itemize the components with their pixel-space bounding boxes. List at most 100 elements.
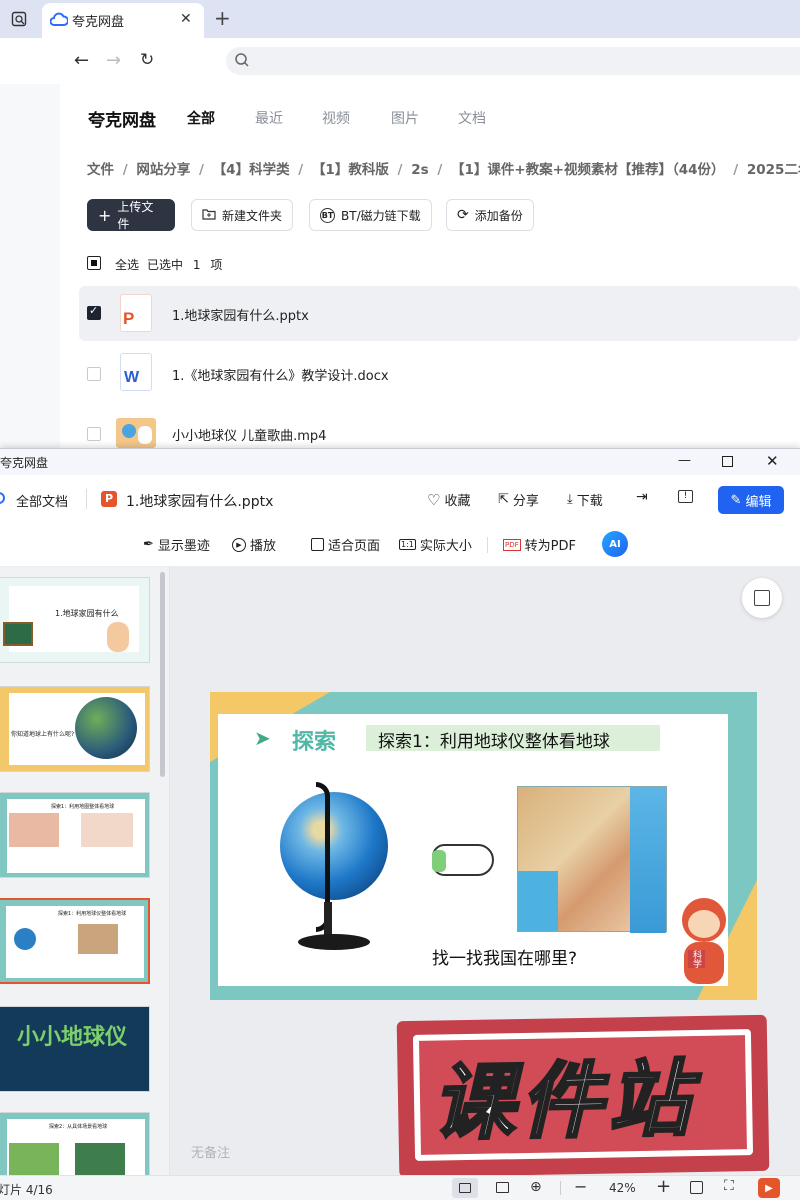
fit-icon <box>311 538 324 551</box>
window-title: 夸克网盘 <box>0 456 49 470</box>
all-docs-link[interactable]: 全部文档 <box>16 491 68 510</box>
forward-icon[interactable]: → <box>106 50 121 71</box>
breadcrumb: 文件 / 网站分享 / 【4】科学类 / 【1】教科版 / 2s / 【1】课件… <box>87 158 800 178</box>
new-tab-icon[interactable]: + <box>214 6 231 30</box>
normal-view-icon[interactable] <box>452 1178 478 1198</box>
bt-download-button[interactable]: BT BT/磁力链下载 <box>309 199 432 231</box>
breadcrumb-item[interactable]: 【4】科学类 <box>213 162 290 178</box>
maximize-icon[interactable] <box>722 456 733 467</box>
tab-all[interactable]: 全部 <box>187 108 215 128</box>
tab-title: 夸克网盘 <box>72 15 125 30</box>
backup-label: 添加备份 <box>474 208 523 223</box>
ai-assistant-icon[interactable]: AI <box>602 531 628 557</box>
heart-icon: ♡ <box>427 490 441 509</box>
thumb-text: 小小地球仪 <box>17 1024 128 1050</box>
sync-icon: ⟳ <box>457 207 469 223</box>
actual-size-button[interactable]: 1:1 实际大小 <box>399 535 472 554</box>
file-name[interactable]: 1.《地球家园有什么》教学设计.docx <box>172 365 389 384</box>
plus-icon: + <box>98 205 112 225</box>
breadcrumb-item[interactable]: 2s <box>411 162 428 178</box>
reload-icon[interactable]: ↻ <box>140 50 154 70</box>
new-folder-button[interactable]: 新建文件夹 <box>191 199 294 231</box>
select-all-checkbox[interactable] <box>87 256 101 270</box>
actual-size-icon: 1:1 <box>399 539 416 550</box>
slide-thumbnail-4-active[interactable]: 探索1：利用地球仪整体看地球 <box>0 898 150 984</box>
pencil-icon: ✎ <box>730 492 742 508</box>
left-sidebar <box>0 84 60 450</box>
breadcrumb-item[interactable]: 2025二年级 <box>747 162 800 178</box>
thumb-text: 探索2：从具体场景看地球 <box>49 1124 108 1130</box>
tab-video[interactable]: 视频 <box>322 108 350 128</box>
screenshot-tool-icon[interactable] <box>742 578 782 618</box>
slide-thumbnail-5[interactable]: 小小地球仪 <box>0 1006 150 1092</box>
fit-window-icon[interactable] <box>690 1181 703 1194</box>
preview-header: 全部文档 P 1.地球家园有什么.pptx ♡ 收藏 ⇱ 分享 ⤓ 下载 ⇥ ! ✎ 编… <box>0 475 800 523</box>
file-checkbox[interactable] <box>87 367 101 381</box>
web-view-icon[interactable]: ⊕ <box>530 1179 542 1195</box>
file-checkbox[interactable]: ✓ <box>87 304 101 320</box>
share-button[interactable]: ⇱ 分享 <box>498 490 539 509</box>
pptx-icon: P <box>101 491 117 507</box>
no-notes-label: 无备注 <box>191 1146 231 1161</box>
folder-plus-icon <box>202 208 216 223</box>
new-folder-label: 新建文件夹 <box>222 208 283 223</box>
globe-image <box>272 782 402 962</box>
pptx-file-icon: P <box>120 294 152 332</box>
file-name[interactable]: 小小地球仪 儿童歌曲.mp4 <box>172 425 326 444</box>
pdf-icon: PDF <box>503 538 521 551</box>
netdisk-logo: 夸克网盘 <box>88 111 156 131</box>
play-button[interactable]: ▶ 播放 <box>232 535 276 554</box>
ink-icon: ✒ <box>143 537 154 552</box>
back-icon[interactable]: ← <box>74 50 89 71</box>
upload-button[interactable]: + 上传文件 <box>87 199 175 231</box>
to-pdf-button[interactable]: PDF 转为PDF <box>503 535 576 554</box>
collect-button[interactable]: ♡ 收藏 <box>427 490 470 510</box>
selected-count: 1 <box>192 258 201 272</box>
minimize-icon[interactable]: — <box>678 453 691 468</box>
china-map-image <box>517 786 667 933</box>
fit-page-button[interactable]: 适合页面 <box>311 535 380 554</box>
address-bar[interactable] <box>226 47 800 75</box>
download-button[interactable]: ⤓ 下载 <box>567 490 603 509</box>
fullscreen-icon[interactable]: ⛶ <box>724 1178 734 1194</box>
zoom-out-icon[interactable]: − <box>574 1177 587 1196</box>
tab-overview-icon[interactable] <box>8 8 30 30</box>
file-checkbox[interactable] <box>87 427 101 441</box>
status-bar: 幻灯片 4/16 ⊕ − 42% + ⛶ ▶ <box>0 1175 800 1200</box>
close-window-icon[interactable]: ✕ <box>766 452 779 470</box>
slide-thumbnail-3[interactable]: 探索1：利用地图整体看地球 <box>0 792 150 878</box>
thumb-text: 探索1：利用地图整体看地球 <box>51 804 115 810</box>
feedback-icon[interactable]: ! <box>678 490 693 503</box>
select-all-label: 全选 <box>115 258 140 272</box>
selected-label: 已选中 1 项 <box>147 258 223 272</box>
close-tab-icon[interactable]: ✕ <box>180 11 192 27</box>
thumb-scrollbar[interactable] <box>160 572 165 777</box>
add-backup-button[interactable]: ⟳ 添加备份 <box>446 199 534 231</box>
tab-recent[interactable]: 最近 <box>255 108 283 128</box>
notes-view-icon[interactable] <box>496 1182 509 1193</box>
partial-check-mark <box>91 260 97 266</box>
preview-titlebar: 夸克网盘 — ✕ <box>0 449 800 475</box>
search-icon <box>234 52 250 72</box>
slide-thumbnail-1[interactable]: 1.地球家园有什么 <box>0 577 150 663</box>
play-icon: ▶ <box>232 537 246 552</box>
breadcrumb-item[interactable]: 【1】课件+教案+视频素材【推荐】（44份） <box>451 162 725 178</box>
slide-thumbnail-6[interactable]: 探索2：从具体场景看地球 <box>0 1112 150 1178</box>
breadcrumb-item[interactable]: 【1】教科版 <box>312 162 389 178</box>
bt-label: BT/磁力链下载 <box>341 208 421 223</box>
open-external-icon[interactable]: ⇥ <box>636 489 648 505</box>
breadcrumb-item[interactable]: 文件 <box>87 162 114 178</box>
slideshow-play-icon[interactable]: ▶ <box>758 1178 780 1198</box>
breadcrumb-item[interactable]: 网站分享 <box>136 162 190 178</box>
thumb-text: 你知道地球上有什么呢? <box>11 731 75 738</box>
file-name[interactable]: 1.地球家园有什么.pptx <box>172 305 309 324</box>
slide-thumbnail-2[interactable]: 你知道地球上有什么呢? <box>0 686 150 772</box>
show-ink-button[interactable]: ✒ 显示墨迹 <box>143 535 210 554</box>
paper-plane-icon: ➤ <box>254 726 271 750</box>
zoom-in-icon[interactable]: + <box>656 1176 671 1197</box>
cloud-icon <box>0 490 6 509</box>
browser-tab[interactable]: 夸克网盘 ✕ <box>42 3 204 38</box>
tab-docs[interactable]: 文档 <box>458 108 486 128</box>
edit-button[interactable]: ✎ 编辑 <box>718 486 784 514</box>
tab-images[interactable]: 图片 <box>391 108 419 128</box>
